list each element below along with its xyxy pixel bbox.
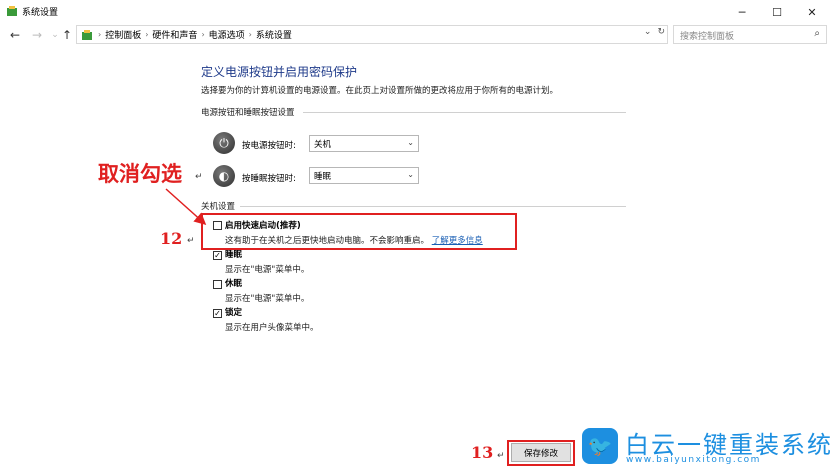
annotation-step-12: 12: [160, 229, 183, 248]
breadcrumb-separator-icon: ›: [248, 30, 252, 39]
group-divider: [240, 206, 626, 207]
breadcrumb-separator-icon: ›: [98, 30, 102, 39]
highlight-box-fast-startup: [201, 213, 517, 250]
sleep-button-select[interactable]: 睡眠 ⌄: [309, 167, 419, 184]
address-dropdown-icon[interactable]: ⌄: [644, 27, 652, 37]
breadcrumb-separator-icon: ›: [201, 30, 205, 39]
return-mark-icon: ↵: [497, 451, 505, 461]
up-arrow-icon[interactable]: ↑: [58, 26, 76, 44]
breadcrumb-hardware-sound[interactable]: 硬件和声音: [152, 28, 197, 41]
sleep-checkbox[interactable]: ✓: [213, 251, 222, 260]
address-bar[interactable]: › 控制面板 › 硬件和声音 › 电源选项 › 系统设置 ⌄ ↻: [76, 25, 668, 44]
chevron-down-icon: ⌄: [407, 170, 414, 179]
breadcrumb-control-panel[interactable]: 控制面板: [105, 28, 141, 41]
chevron-down-icon: ⌄: [407, 138, 414, 147]
power-button-value: 关机: [314, 140, 332, 150]
sleep-button-label: 按睡眠按钮时:: [242, 174, 296, 184]
forward-arrow-icon[interactable]: →: [28, 26, 46, 44]
return-mark-icon: ↵: [195, 172, 203, 182]
power-button-icon: ⏻: [213, 132, 235, 154]
hibernate-option-title: 休眠: [225, 279, 243, 289]
lock-option-title: 锁定: [225, 308, 243, 318]
search-placeholder: 搜索控制面板: [680, 32, 735, 42]
bird-logo-icon: 🐦: [582, 428, 618, 464]
refresh-icon[interactable]: ↻: [657, 27, 665, 37]
minimize-button[interactable]: ─: [725, 0, 759, 24]
save-changes-button[interactable]: 保存修改: [511, 443, 571, 462]
sleep-option-desc: 显示在"电源"菜单中。: [225, 265, 310, 275]
control-panel-icon: [7, 6, 17, 16]
watermark-url: www.baiyunxitong.com: [626, 455, 761, 465]
breadcrumb-power-options[interactable]: 电源选项: [209, 28, 245, 41]
breadcrumb-separator-icon: ›: [145, 30, 149, 39]
close-button[interactable]: ✕: [795, 0, 829, 24]
annotation-step-13: 13: [471, 443, 494, 462]
sleep-button-value: 睡眠: [314, 172, 332, 182]
sleep-button-icon: ◐: [213, 165, 235, 187]
power-button-select[interactable]: 关机 ⌄: [309, 135, 419, 152]
search-input[interactable]: 搜索控制面板 ⌕: [673, 25, 827, 44]
power-button-label: 按电源按钮时:: [242, 141, 296, 151]
control-panel-icon: [82, 29, 92, 40]
return-mark-icon: ↵: [187, 236, 195, 246]
search-icon[interactable]: ⌕: [814, 28, 820, 39]
hibernate-option-desc: 显示在"电源"菜单中。: [225, 294, 310, 304]
back-arrow-icon[interactable]: ←: [6, 26, 24, 44]
group-divider: [303, 112, 626, 113]
power-group-label: 电源按钮和睡眠按钮设置: [201, 108, 295, 118]
annotation-cancel-check: 取消勾选: [98, 161, 182, 186]
breadcrumb-system-settings[interactable]: 系统设置: [256, 28, 292, 41]
lock-option-desc: 显示在用户头像菜单中。: [225, 323, 319, 333]
maximize-button[interactable]: ☐: [760, 0, 794, 24]
page-description: 选择要为你的计算机设置的电源设置。在此页上对设置所做的更改将应用于你所有的电源计…: [201, 86, 559, 96]
window-title: 系统设置: [22, 8, 59, 18]
annotation-arrow-icon: [165, 188, 207, 226]
lock-checkbox[interactable]: ✓: [213, 309, 222, 318]
title-bar: 系统设置 ─ ☐ ✕: [0, 0, 833, 24]
page-title: 定义电源按钮并启用密码保护: [201, 65, 358, 79]
hibernate-checkbox[interactable]: [213, 280, 222, 289]
